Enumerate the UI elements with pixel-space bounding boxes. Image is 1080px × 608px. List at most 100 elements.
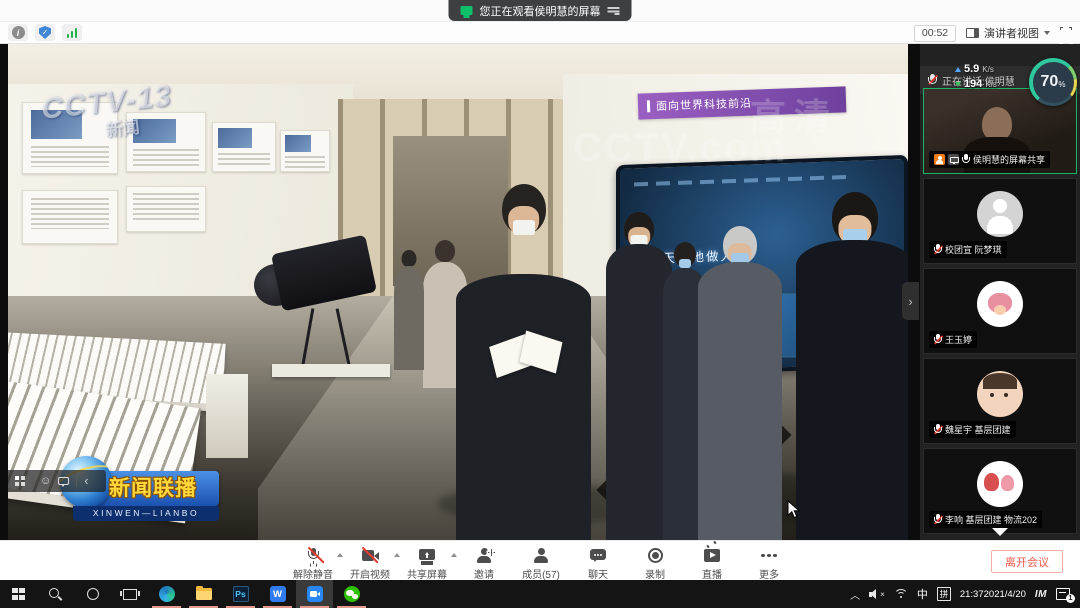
unmute-button[interactable]: 解除静音	[292, 544, 334, 581]
download-arrow-icon	[955, 82, 961, 87]
more-button[interactable]: 更多	[748, 544, 790, 581]
scroll-down-arrow[interactable]	[992, 528, 1008, 536]
display-pedestal	[206, 374, 248, 458]
screen-watch-banner[interactable]: 您正在观看侯明慧的屏幕	[449, 0, 632, 21]
clock-date: 2021/4/20	[984, 589, 1026, 600]
microphone-muted-icon	[934, 244, 942, 255]
edge-icon	[159, 586, 175, 602]
microphone-muted-icon	[934, 514, 942, 525]
toolbar-divider	[32, 475, 33, 487]
record-button[interactable]: 录制	[634, 544, 676, 581]
task-view-button[interactable]	[111, 580, 148, 608]
video-options-caret[interactable]	[394, 553, 400, 557]
notification-badge: 1	[1066, 594, 1075, 603]
mouse-cursor	[787, 500, 801, 520]
cortana-icon	[87, 588, 99, 600]
upload-arrow-icon	[955, 67, 961, 72]
volume-muted-icon[interactable]: ×	[869, 589, 885, 600]
microphone-muted-icon	[928, 74, 937, 86]
participant-name-tag: 侯明慧的屏幕共享	[929, 151, 1050, 168]
person-elder-blue-mask	[698, 226, 782, 540]
taskbar-app-wechat[interactable]	[333, 580, 370, 608]
screen-share-badge-icon	[948, 154, 959, 165]
audio-options-caret[interactable]	[337, 553, 343, 557]
screen-share-monitor-icon	[461, 6, 473, 15]
header-left-icons: i ✓	[8, 24, 82, 41]
meeting-info-chip[interactable]: i	[8, 24, 28, 41]
taskbar-app-meeting[interactable]	[296, 580, 333, 608]
invite-button[interactable]: 邀请	[463, 544, 505, 581]
fullscreen-icon[interactable]	[1060, 27, 1072, 39]
wifi-icon[interactable]	[894, 589, 908, 599]
invite-person-icon	[477, 546, 491, 565]
avatar	[977, 461, 1023, 507]
photoshop-icon: Ps	[233, 586, 249, 602]
ime-language-indicator[interactable]: 中	[917, 586, 928, 602]
shield-icon: ✓	[39, 26, 51, 39]
participant-name-tag: 校团宣 阮梦琪	[929, 241, 1007, 258]
participant-tiles: 侯明慧的屏幕共享 校团宣 阮梦琪 王玉婷	[923, 88, 1077, 538]
tray-expand-caret[interactable]: ︿	[850, 587, 860, 602]
taskbar-app-explorer[interactable]	[185, 580, 222, 608]
action-center-button[interactable]: 1	[1056, 588, 1070, 600]
annotation-toolbar[interactable]: ☺ ‹	[8, 470, 106, 492]
more-dots-icon	[761, 546, 777, 565]
folder-icon	[196, 588, 212, 600]
start-video-button[interactable]: 开启视频	[349, 544, 391, 581]
task-view-icon	[123, 589, 137, 600]
chat-icon	[590, 546, 606, 565]
wps-icon: W	[270, 586, 286, 602]
annotation-grid-icon[interactable]	[15, 476, 25, 486]
taskbar-clock[interactable]: 21:37 2021/4/20	[960, 589, 1026, 600]
members-icon	[534, 546, 548, 565]
cortana-button[interactable]	[74, 580, 111, 608]
taskbar-search-button[interactable]	[37, 580, 74, 608]
start-button[interactable]	[0, 580, 37, 608]
network-chip[interactable]	[62, 24, 82, 41]
exhibit-panel	[126, 112, 206, 172]
avatar	[977, 191, 1023, 237]
security-chip[interactable]: ✓	[35, 24, 55, 41]
info-icon: i	[12, 26, 25, 39]
toolbar-divider	[76, 475, 77, 487]
banner-menu-icon[interactable]	[608, 6, 620, 15]
shared-screen-video[interactable]: 面向世界科技前沿 顶天立地做人	[8, 44, 908, 540]
member-badge-icon	[934, 154, 945, 165]
taskbar-app-wps[interactable]: W	[259, 580, 296, 608]
exhibit-panel	[212, 122, 276, 172]
participant-tile[interactable]: 李响 基层团建 物流202	[923, 448, 1077, 534]
comment-icon[interactable]	[58, 477, 69, 485]
sidebar-collapse-handle[interactable]: ›	[902, 282, 919, 320]
participant-tile[interactable]: 王玉婷	[923, 268, 1077, 354]
exhibit-panel	[280, 130, 330, 172]
chat-button[interactable]: 聊天	[577, 544, 619, 581]
live-stream-button[interactable]: 直播	[691, 544, 733, 581]
share-options-caret[interactable]	[451, 553, 457, 557]
meeting-app-icon	[307, 586, 323, 602]
taskbar-app-photoshop[interactable]: Ps	[222, 580, 259, 608]
meeting-header-bar: i ✓ 00:52 演讲者视图	[0, 22, 1080, 44]
ime-mode-indicator[interactable]: 拼	[937, 587, 951, 601]
windows-taskbar: Ps W ︿ × 中 拼 21:37 2021/4/20 IM 1	[0, 580, 1080, 608]
system-tray: ︿ × 中 拼 21:37 2021/4/20 IM 1	[850, 580, 1080, 608]
avatar	[977, 371, 1023, 417]
avatar	[977, 281, 1023, 327]
leave-meeting-button[interactable]: 离开会议	[991, 550, 1063, 573]
microphone-muted-icon	[934, 334, 942, 345]
person-central-reading	[456, 184, 591, 540]
participant-tile[interactable]: 魏星宇 基层团建	[923, 358, 1077, 444]
exhibit-machine	[256, 238, 396, 380]
view-mode-selector[interactable]: 演讲者视图	[966, 25, 1050, 41]
emoji-icon[interactable]: ☺	[40, 476, 51, 487]
participant-tile[interactable]: 校团宣 阮梦琪	[923, 178, 1077, 264]
members-button[interactable]: 成员(57)	[520, 544, 562, 581]
taskbar-app-edge[interactable]	[148, 580, 185, 608]
search-icon	[49, 588, 62, 601]
clock-time: 21:37	[960, 589, 984, 600]
screen-watch-text: 您正在观看侯明慧的屏幕	[480, 3, 601, 19]
signal-bars-icon	[67, 27, 78, 38]
collapse-left-icon[interactable]: ‹	[84, 474, 88, 487]
share-screen-button[interactable]: 共享屏幕	[406, 544, 448, 581]
header-right-controls: 00:52 演讲者视图	[914, 24, 1072, 42]
tray-app-icon[interactable]: IM	[1035, 589, 1047, 600]
